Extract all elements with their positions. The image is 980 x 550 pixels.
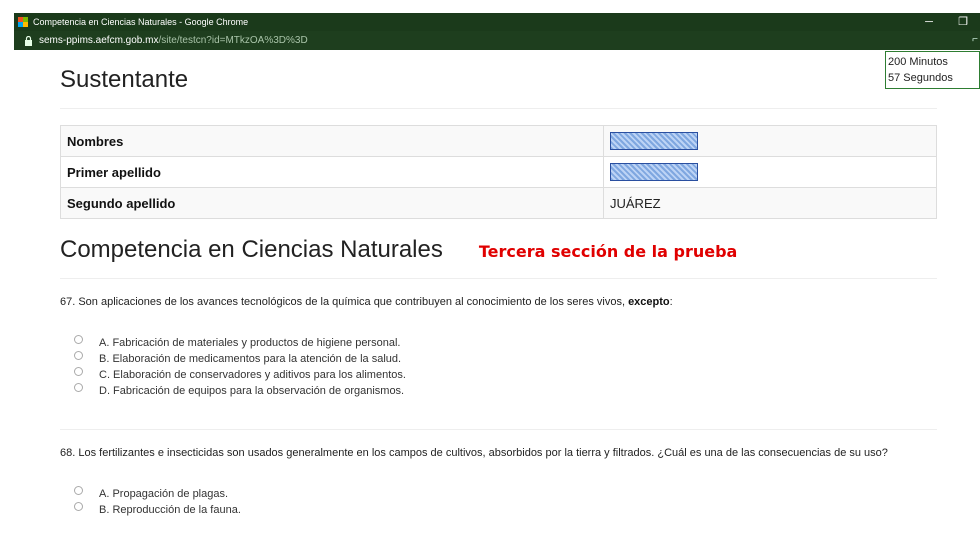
- divider: [60, 108, 937, 109]
- url-domain: sems-ppims.aefcm.gob.mx: [39, 35, 159, 46]
- row-value: [603, 125, 937, 157]
- section-header: Competencia en Ciencias Naturales Tercer…: [60, 236, 737, 264]
- question-text-part: :: [669, 296, 673, 308]
- option-label: B. Elaboración de medicamentos para la a…: [99, 353, 402, 365]
- answer-options: A. Propagación de plagas. B. Reproducció…: [74, 485, 241, 518]
- row-value: [603, 156, 937, 188]
- app-logo-icon: [18, 17, 28, 27]
- divider: [60, 429, 937, 430]
- lock-icon: [24, 35, 33, 46]
- answer-option[interactable]: D. Fabricación de equipos para la observ…: [74, 382, 406, 399]
- radio-button[interactable]: [74, 334, 83, 344]
- option-label: D. Fabricación de equipos para la observ…: [99, 385, 405, 397]
- timer-seconds: 57 Segundos: [888, 72, 953, 84]
- answer-option[interactable]: B. Reproducción de la fauna.: [74, 501, 241, 518]
- option-label: A. Propagación de plagas.: [99, 488, 229, 500]
- option-label: A. Fabricación de materiales y productos…: [99, 337, 401, 349]
- row-label: Nombres: [60, 125, 604, 157]
- section-annotation: Tercera sección de la prueba: [478, 242, 738, 261]
- timer-minutes: 200 Minutos: [888, 56, 948, 68]
- answer-option[interactable]: C. Elaboración de conservadores y aditiv…: [74, 366, 406, 383]
- answer-option[interactable]: A. Propagación de plagas.: [74, 485, 241, 502]
- radio-button[interactable]: [74, 366, 83, 376]
- window-titlebar: Competencia en Ciencias Naturales - Goog…: [14, 13, 980, 31]
- radio-button[interactable]: [74, 350, 83, 360]
- radio-button[interactable]: [74, 501, 83, 511]
- table-row: Segundo apellido JUÁREZ: [60, 187, 937, 219]
- page-title: Sustentante: [60, 66, 189, 93]
- window-title: Competencia en Ciencias Naturales - Goog…: [33, 17, 249, 27]
- question-text-part: 67. Son aplicaciones de los avances tecn…: [60, 296, 629, 308]
- table-row: Nombres: [60, 125, 937, 157]
- radio-button[interactable]: [74, 485, 83, 495]
- option-label: B. Reproducción de la fauna.: [99, 504, 241, 516]
- countdown-timer: 200 Minutos 57 Segundos: [885, 51, 980, 89]
- answer-options: A. Fabricación de materiales y productos…: [74, 334, 406, 399]
- option-label: C. Elaboración de conservadores y aditiv…: [99, 369, 406, 381]
- sustentante-table: Nombres Primer apellido Segundo apellido…: [60, 125, 937, 219]
- radio-button[interactable]: [74, 382, 83, 392]
- url-path: /site/testcn?id=MTkzOA%3D%3D: [158, 35, 308, 46]
- restore-button[interactable]: ❐: [946, 13, 980, 31]
- redacted-value: [610, 163, 698, 181]
- minimize-button[interactable]: ─: [912, 13, 946, 31]
- row-label: Segundo apellido: [60, 187, 604, 219]
- address-bar[interactable]: sems-ppims.aefcm.gob.mx/site/testcn?id=M…: [14, 31, 980, 50]
- answer-option[interactable]: A. Fabricación de materiales y productos…: [74, 334, 406, 351]
- table-row: Primer apellido: [60, 156, 937, 188]
- question-emphasis: excepto: [628, 296, 670, 308]
- row-value: JUÁREZ: [603, 187, 937, 219]
- question-text: 68. Los fertilizantes e insecticidas son…: [60, 447, 888, 459]
- question-text-part: 68. Los fertilizantes e insecticidas son…: [60, 447, 888, 459]
- section-title: Competencia en Ciencias Naturales: [60, 236, 443, 263]
- row-label: Primer apellido: [60, 156, 604, 188]
- question-text: 67. Son aplicaciones de los avances tecn…: [60, 296, 673, 308]
- key-icon[interactable]: ⌐: [972, 34, 978, 45]
- divider: [60, 278, 937, 279]
- answer-option[interactable]: B. Elaboración de medicamentos para la a…: [74, 350, 406, 367]
- redacted-value: [610, 132, 698, 150]
